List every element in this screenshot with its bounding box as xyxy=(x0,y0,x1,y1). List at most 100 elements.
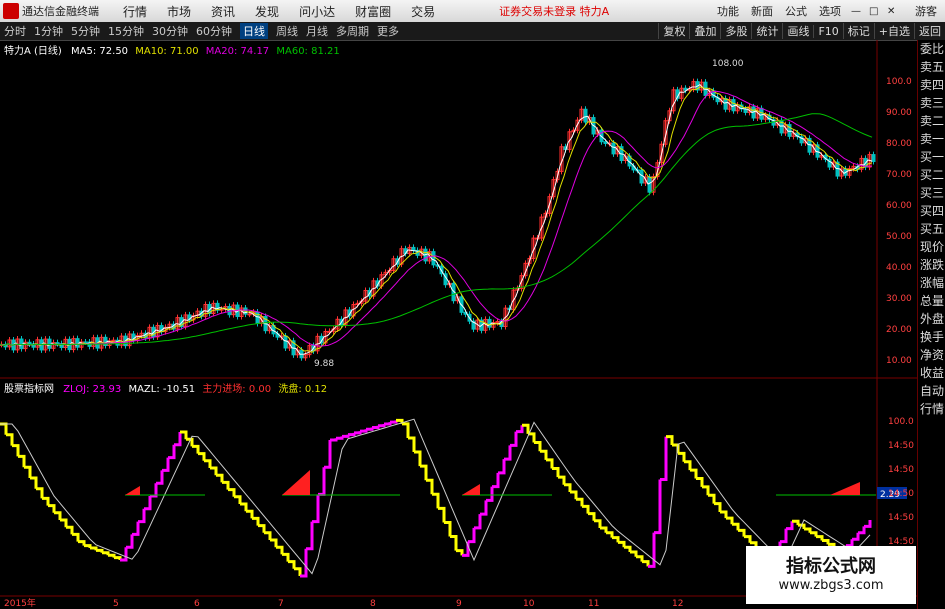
side-item[interactable]: 行情 xyxy=(918,400,945,418)
indicator-step xyxy=(510,431,518,447)
side-item[interactable]: 卖四 xyxy=(918,76,945,94)
indicator-step xyxy=(336,436,344,440)
indicator-step xyxy=(612,536,620,543)
indicator-tick-label: 14:50 xyxy=(888,513,914,523)
indicator-step xyxy=(330,438,338,442)
main-entry-value: 主力进场: 0.00 xyxy=(202,384,272,395)
indicator-step xyxy=(162,457,170,472)
date-tick-label: 7 xyxy=(278,599,284,609)
indicator-step xyxy=(726,516,734,525)
date-tick-label: 9 xyxy=(456,599,462,609)
indicator-step xyxy=(642,560,650,567)
indicator-step xyxy=(138,508,146,524)
indicator-step xyxy=(144,496,152,511)
side-item[interactable]: 总量 xyxy=(918,292,945,310)
indicator-name[interactable]: 股票指标网 xyxy=(4,384,54,395)
candle-body xyxy=(431,251,436,266)
indicator-step xyxy=(384,422,392,426)
side-item[interactable]: 外盘 xyxy=(918,310,945,328)
indicator-step xyxy=(540,449,548,460)
side-item[interactable]: 收益 xyxy=(918,364,945,382)
indicator-step xyxy=(342,434,350,438)
price-tick-label: 70.00 xyxy=(886,170,912,180)
indicator-step xyxy=(594,519,602,528)
quote-side-panel: 委比 卖五 卖四 卖三 卖二 卖一 买一 买二 买三 买四 买五 现价 涨跌 涨… xyxy=(917,40,945,609)
side-item[interactable]: 卖一 xyxy=(918,130,945,148)
indicator-step xyxy=(432,492,440,509)
chart-canvas[interactable]: 2.29 100.090.0080.0070.0060.0050.0040.00… xyxy=(0,0,945,609)
indicator-tick-label: 14:50 xyxy=(888,465,914,475)
indicator-step xyxy=(546,458,554,469)
indicator-tick-label: 14:50 xyxy=(888,441,914,451)
indicator-step xyxy=(810,531,818,537)
watermark-title: 指标公式网 xyxy=(786,556,876,577)
candle-body xyxy=(583,108,588,123)
indicator-signal-line xyxy=(0,418,871,575)
indicator-step xyxy=(240,502,248,512)
ma10-line xyxy=(0,86,873,353)
indicator-step xyxy=(846,539,854,548)
indicator-step xyxy=(570,490,578,500)
side-item[interactable]: 现价 xyxy=(918,238,945,256)
side-item[interactable]: 换手 xyxy=(918,328,945,346)
mazl-value: MAZL: -10.51 xyxy=(128,384,196,395)
side-item[interactable]: 买二 xyxy=(918,166,945,184)
moving-average-lines xyxy=(0,83,873,355)
side-item[interactable]: 卖二 xyxy=(918,112,945,130)
indicator-step xyxy=(0,422,8,435)
candle-body xyxy=(487,318,492,328)
indicator-step xyxy=(90,546,98,551)
side-item[interactable]: 委比 xyxy=(918,40,945,58)
side-item[interactable]: 涨幅 xyxy=(918,274,945,292)
indicator-step xyxy=(864,520,872,528)
date-tick-label: 12 xyxy=(672,599,683,609)
side-item[interactable]: 卖五 xyxy=(918,58,945,76)
date-tick-label: 11 xyxy=(588,599,599,609)
indicator-step xyxy=(468,527,476,544)
indicator-step xyxy=(96,548,104,553)
indicator-step xyxy=(402,422,410,438)
indicator-step xyxy=(816,535,824,541)
indicator-step xyxy=(552,466,560,478)
candlestick-series xyxy=(0,78,876,361)
side-item[interactable]: 买四 xyxy=(918,202,945,220)
indicator-step xyxy=(294,567,302,576)
candle-body xyxy=(871,154,876,163)
candle-body xyxy=(723,97,728,110)
side-item[interactable]: 买五 xyxy=(918,220,945,238)
candle-body xyxy=(247,313,252,316)
indicator-step xyxy=(444,520,452,537)
indicator-step xyxy=(18,454,26,468)
candle-body xyxy=(255,311,260,324)
indicator-step xyxy=(720,510,728,519)
side-item[interactable]: 卖三 xyxy=(918,94,945,112)
ma20-line xyxy=(0,90,873,347)
indicator-step xyxy=(480,500,488,516)
side-item[interactable]: 买一 xyxy=(918,148,945,166)
indicator-step xyxy=(312,494,320,524)
indicator-step xyxy=(72,532,80,542)
candle-body xyxy=(411,246,416,251)
indicator-step xyxy=(216,473,224,483)
indicator-step xyxy=(324,440,332,469)
indicator-step xyxy=(78,540,86,546)
indicator-step xyxy=(690,468,698,479)
candle-body xyxy=(639,169,644,184)
indicator-step xyxy=(390,420,398,424)
indicator-step xyxy=(684,460,692,471)
indicator-step xyxy=(108,553,116,558)
indicator-step xyxy=(174,432,182,447)
indicator-step xyxy=(786,521,794,531)
indicator-step xyxy=(150,483,158,498)
zloj-value: ZLOJ: 23.93 xyxy=(63,384,122,395)
candle-body xyxy=(55,342,60,345)
indicator-step xyxy=(582,504,590,514)
side-item[interactable]: 自动 xyxy=(918,382,945,400)
side-item[interactable]: 涨跌 xyxy=(918,256,945,274)
side-item[interactable]: 净资 xyxy=(918,346,945,364)
candle-body xyxy=(759,107,764,120)
indicator-step xyxy=(228,488,236,497)
side-item[interactable]: 买三 xyxy=(918,184,945,202)
indicator-step xyxy=(192,444,200,454)
indicator-step xyxy=(318,467,326,496)
